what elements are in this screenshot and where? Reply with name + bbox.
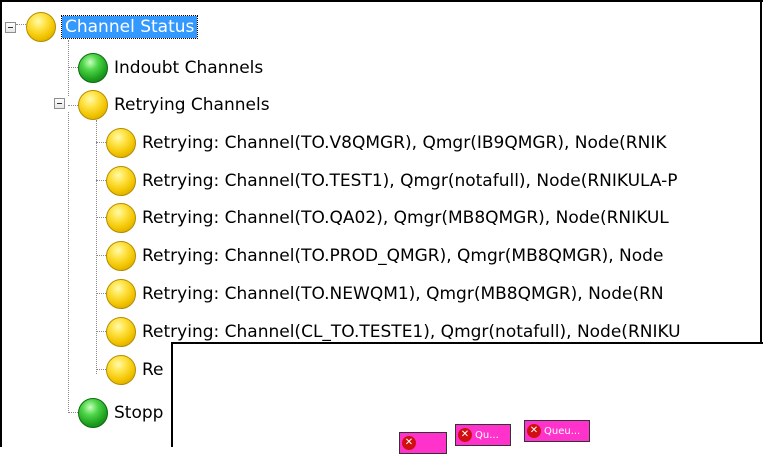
collapse-root-toggle[interactable] bbox=[5, 22, 16, 33]
tree-node-label: Retrying: Channel(TO.V8QMGR), Qmgr(IB9QM… bbox=[142, 133, 667, 153]
status-green-icon bbox=[78, 398, 108, 428]
tree-node-label: Retrying: Channel(TO.TEST1), Qmgr(notafu… bbox=[142, 171, 678, 191]
tree-node-retrying-channel[interactable]: Retrying: Channel(TO.PROD_QMGR), Qmgr(MB… bbox=[106, 241, 663, 271]
tree-node-stopped-channels[interactable]: Stopp bbox=[78, 398, 163, 428]
error-icon: ✕ bbox=[458, 428, 472, 442]
tree-node-retrying-channel[interactable]: Retrying: Channel(TO.V8QMGR), Qmgr(IB9QM… bbox=[106, 128, 666, 158]
tree-node-label: Retrying: Channel(TO.NEWQM1), Qmgr(MB8QM… bbox=[142, 284, 664, 304]
queue-button[interactable]: ✕ bbox=[399, 432, 447, 454]
tree-connector bbox=[68, 112, 69, 413]
tree-node-label: Re bbox=[142, 360, 164, 380]
tree-node-indoubt-channels[interactable]: Indoubt Channels bbox=[78, 53, 263, 83]
tree-node-retrying-channels[interactable]: Retrying Channels bbox=[78, 90, 270, 120]
tree-node-label: Retrying: Channel(TO.QA02), Qmgr(MB8QMGR… bbox=[142, 208, 669, 228]
tree-node-channel-status[interactable]: Channel Status bbox=[26, 12, 199, 42]
error-icon: ✕ bbox=[402, 436, 416, 450]
queue-button-label: Queu... bbox=[544, 425, 581, 437]
error-icon: ✕ bbox=[527, 424, 541, 438]
tree-node-retrying-channel[interactable]: Re bbox=[106, 355, 164, 385]
tree-node-label: Retrying Channels bbox=[114, 95, 270, 115]
queue-button[interactable]: ✕ Queu... bbox=[524, 420, 590, 442]
tree-node-label: Channel Status bbox=[60, 15, 199, 39]
tree-node-retrying-channel[interactable]: Retrying: Channel(TO.NEWQM1), Qmgr(MB8QM… bbox=[106, 279, 664, 309]
queue-button-label: Qu... bbox=[475, 429, 499, 441]
status-yellow-icon bbox=[106, 241, 136, 271]
status-yellow-icon bbox=[106, 317, 136, 347]
status-green-icon bbox=[78, 53, 108, 83]
tree-node-label: Retrying: Channel(CL_TO.TESTE1), Qmgr(no… bbox=[142, 322, 681, 342]
tree-node-label: Stopp bbox=[114, 403, 164, 423]
status-yellow-icon bbox=[78, 90, 108, 120]
status-yellow-icon bbox=[26, 12, 56, 42]
tree-connector bbox=[96, 120, 97, 374]
tree-node-label: Retrying: Channel(TO.PROD_QMGR), Qmgr(MB… bbox=[142, 246, 664, 266]
status-yellow-icon bbox=[106, 128, 136, 158]
status-yellow-icon bbox=[106, 203, 136, 233]
status-yellow-icon bbox=[106, 166, 136, 196]
tree-node-retrying-channel[interactable]: Retrying: Channel(TO.TEST1), Qmgr(notafu… bbox=[106, 166, 678, 196]
collapse-retrying-toggle[interactable] bbox=[54, 98, 65, 109]
status-yellow-icon bbox=[106, 355, 136, 385]
tree-node-label: Indoubt Channels bbox=[114, 58, 264, 78]
tree-connector bbox=[68, 105, 78, 106]
queue-button[interactable]: ✕ Qu... bbox=[455, 424, 511, 446]
tree-node-retrying-channel[interactable]: Retrying: Channel(TO.QA02), Qmgr(MB8QMGR… bbox=[106, 203, 669, 233]
status-yellow-icon bbox=[106, 279, 136, 309]
tree-connector bbox=[68, 40, 69, 96]
overlapping-window[interactable]: ✕ ✕ Qu... ✕ Queu... bbox=[171, 342, 763, 454]
